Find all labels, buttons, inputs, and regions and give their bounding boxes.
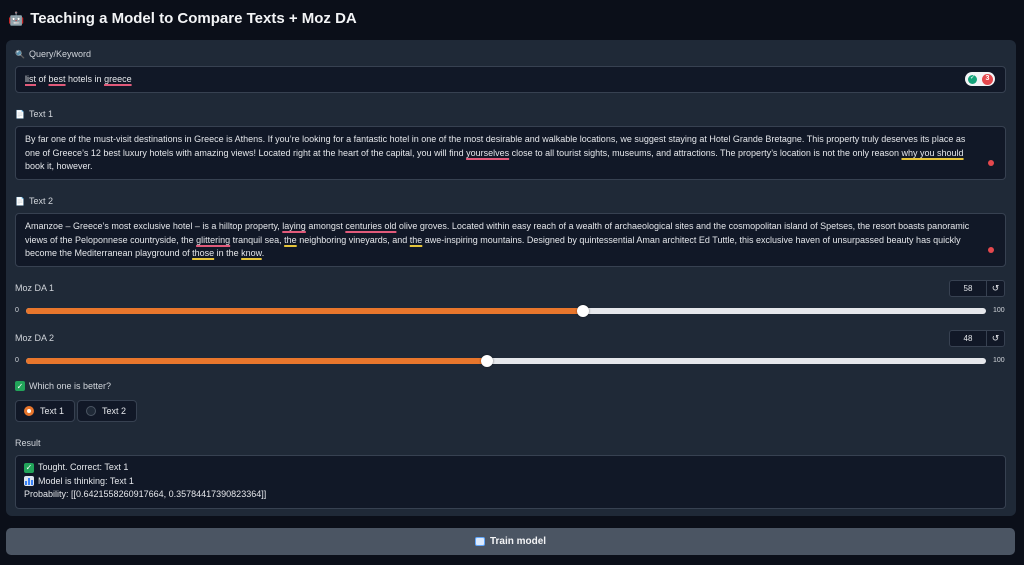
slider2-value: 48 <box>963 334 973 343</box>
query-word: hotels in <box>65 73 105 84</box>
text-span: Amanzoe – Greece’s most exclusive hotel … <box>25 221 283 231</box>
text-span: the <box>284 234 297 245</box>
train-model-button[interactable]: Train model <box>6 528 1015 555</box>
result-line-model: Model is thinking: Text 1 <box>24 475 997 489</box>
text-span: those <box>192 248 215 258</box>
query-label-text: Query/Keyword <box>28 49 91 59</box>
text-span: know <box>241 248 262 258</box>
text-span: yourselves <box>466 147 510 158</box>
text-span: the <box>409 234 423 245</box>
slider1-thumb[interactable] <box>576 305 589 317</box>
result-line-probability: Probability: [[0.6421558260917664, 0.357… <box>24 488 997 502</box>
result-text: Tought. Correct: Text 1 <box>38 462 129 472</box>
text-span: book it, however. <box>25 161 93 171</box>
query-input[interactable]: list of best hotels in greece ✓ 3 <box>15 66 1006 93</box>
main-panel: 🔍 Query/Keyword list of best hotels in g… <box>6 40 1016 516</box>
slider2-max: 100 <box>993 357 1005 364</box>
text-span: neighboring vineyards, and <box>296 234 410 245</box>
result-output: ✓ Tought. Correct: Text 1 Model is think… <box>15 455 1006 509</box>
text-span: amongst <box>305 221 346 231</box>
grammar-checker-badge[interactable]: ✓ 3 <box>965 72 995 86</box>
reset-icon[interactable]: ↺ <box>986 331 1004 346</box>
query-word: list <box>25 73 36 84</box>
grammar-dot-icon[interactable] <box>988 247 994 253</box>
grammar-pin-icon: ✓ <box>968 74 977 84</box>
text-span: tranquil sea, <box>230 234 285 245</box>
text2-label-text: Text 2 <box>28 196 53 206</box>
slider2-fill <box>26 358 487 364</box>
radio-option-text2[interactable]: Text 2 <box>77 400 138 422</box>
choice-label-text: Which one is better? <box>29 381 112 391</box>
query-word: greece <box>104 73 132 84</box>
check-icon: ✓ <box>15 381 25 391</box>
text1-content: By far one of the must-visit destination… <box>16 133 1005 174</box>
app-title: 🤖 Teaching a Model to Compare Texts + Mo… <box>8 10 357 27</box>
radio-unselected-icon <box>86 406 96 416</box>
result-label: Result <box>15 438 41 448</box>
robot-icon: 🤖 <box>8 10 25 26</box>
slider1-track[interactable] <box>26 305 986 317</box>
slider2-thumb[interactable] <box>480 355 493 367</box>
slider2-track[interactable] <box>26 355 986 367</box>
result-text: Model is thinking: Text 1 <box>38 475 134 486</box>
radio-selected-icon <box>24 406 34 416</box>
query-word: of <box>36 73 49 84</box>
text1-textarea[interactable]: By far one of the must-visit destination… <box>15 126 1006 180</box>
slider1-number-input[interactable]: 58 ↺ <box>949 280 1005 297</box>
bar-chart-icon <box>24 476 34 487</box>
query-label: 🔍 Query/Keyword <box>15 49 91 59</box>
text1-label-text: Text 1 <box>28 109 53 119</box>
slider1-fill <box>26 308 583 314</box>
train-icon <box>474 537 485 546</box>
slider1-label: Moz DA 1 <box>15 283 55 293</box>
result-line-correct: ✓ Tought. Correct: Text 1 <box>24 461 997 475</box>
app-title-text: Teaching a Model to Compare Texts + Moz … <box>30 10 357 27</box>
text-span: close to all tourist sights, museums, an… <box>509 147 902 158</box>
radio-option-label: Text 1 <box>40 406 65 416</box>
choice-label: ✓ Which one is better? <box>15 381 111 391</box>
text-span: glittering <box>196 234 231 245</box>
radio-option-label: Text 2 <box>102 406 127 416</box>
text2-textarea[interactable]: Amanzoe – Greece’s most exclusive hotel … <box>15 213 1006 267</box>
slider1-max: 100 <box>993 307 1005 314</box>
text-span: . <box>261 248 265 258</box>
document-icon: 📄 <box>15 196 25 206</box>
slider2-number-input[interactable]: 48 ↺ <box>949 330 1005 347</box>
reset-icon[interactable]: ↺ <box>986 281 1004 296</box>
text-span: centuries old <box>345 221 397 231</box>
document-icon: 📄 <box>15 109 25 119</box>
radio-option-text1[interactable]: Text 1 <box>15 400 76 422</box>
text-span: why you should <box>901 147 964 158</box>
text2-label: 📄 Text 2 <box>15 196 53 206</box>
train-model-label: Train model <box>489 536 547 547</box>
grammar-count: 3 <box>982 73 993 85</box>
grammar-dot-icon[interactable] <box>988 160 994 166</box>
query-input-value: list of best hotels in greece <box>16 73 156 87</box>
result-text: Probability: [[0.6421558260917664, 0.357… <box>24 489 267 499</box>
check-icon: ✓ <box>24 462 34 473</box>
magnifier-icon: 🔍 <box>15 49 25 59</box>
text1-label: 📄 Text 1 <box>15 109 53 119</box>
slider2-min: 0 <box>15 357 19 364</box>
text-span: in the <box>214 248 242 258</box>
query-word: best <box>48 73 66 84</box>
slider1-min: 0 <box>15 307 19 314</box>
slider2-label: Moz DA 2 <box>15 333 55 343</box>
text2-content: Amanzoe – Greece’s most exclusive hotel … <box>16 220 1005 261</box>
text-span: laying <box>282 221 306 231</box>
slider1-value: 58 <box>963 284 973 293</box>
